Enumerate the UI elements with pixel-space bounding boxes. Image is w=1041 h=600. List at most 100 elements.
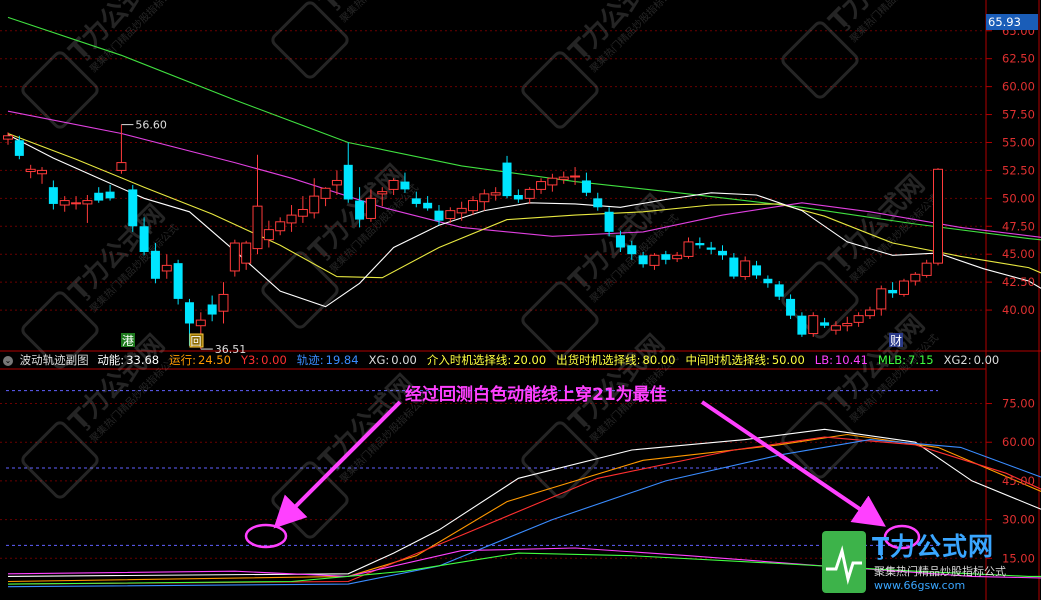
candle-body bbox=[661, 254, 671, 260]
candlestick bbox=[898, 278, 909, 297]
indicator-item-label: 运行: bbox=[169, 353, 196, 367]
indicator-item: XG: 0.00 bbox=[369, 353, 422, 367]
candle-body bbox=[830, 325, 841, 331]
candle-body bbox=[173, 263, 183, 299]
candle-body bbox=[14, 140, 24, 156]
indicator-item-value: 0.00 bbox=[973, 353, 1000, 367]
indicator-item-value: 0.00 bbox=[261, 353, 287, 367]
candle-body bbox=[400, 181, 410, 190]
candle-body bbox=[502, 162, 512, 197]
candlestick bbox=[173, 259, 183, 305]
candle-body bbox=[820, 322, 830, 326]
candlestick bbox=[128, 184, 138, 232]
candle-body bbox=[740, 260, 751, 278]
indicator-item: 运行: 24.50 bbox=[169, 353, 236, 367]
indicator-header: ⌄ 波动轨迹副图 动能: 33.68 运行: 24.50 Y3: 0.00 轨迹: 19.84… bbox=[0, 352, 999, 368]
candle-body bbox=[547, 177, 558, 186]
marker-text: 回 bbox=[191, 335, 202, 348]
candle-body bbox=[365, 197, 376, 219]
candle-body bbox=[627, 245, 637, 255]
candle-body bbox=[275, 221, 286, 232]
candle-body bbox=[94, 192, 104, 201]
candle-body bbox=[59, 200, 70, 206]
candle-body bbox=[355, 200, 365, 220]
candle-body bbox=[71, 202, 82, 205]
indicator-item: Y3: 0.00 bbox=[241, 353, 292, 367]
price-tick-label: 57.50 bbox=[1002, 108, 1035, 122]
candle-body bbox=[615, 235, 625, 248]
indicator-item: LB: 10.41 bbox=[815, 353, 873, 367]
marker-text: 港 bbox=[122, 334, 134, 348]
candle-body bbox=[139, 226, 149, 252]
indicator-item: MLB: 7.15 bbox=[878, 353, 939, 367]
candle-body bbox=[241, 242, 252, 264]
annotation-text: 经过回测白色动能线上穿21为最佳 bbox=[405, 385, 667, 405]
logo-brand: Ţ力公式网 bbox=[872, 532, 995, 561]
candle-body bbox=[536, 181, 547, 190]
indicator-item-label: XG: bbox=[368, 353, 390, 367]
indicator-item-label: 出货时机选择线: bbox=[556, 353, 641, 367]
candlestick bbox=[229, 239, 240, 277]
logo-url: www.66gsw.com bbox=[874, 579, 966, 592]
candle-body bbox=[888, 289, 898, 294]
candle-body bbox=[921, 262, 932, 276]
candle-body bbox=[37, 169, 48, 175]
indicator-tick-label: 75.00 bbox=[1002, 397, 1035, 411]
indicator-item: 介入时机选择线: 20.00 bbox=[427, 353, 551, 367]
candle-body bbox=[411, 198, 421, 204]
indicator-title[interactable]: 波动轨迹副图 bbox=[20, 353, 89, 367]
candle-body bbox=[229, 242, 240, 272]
indicator-tick-label: 60.00 bbox=[1002, 435, 1035, 449]
candle-body bbox=[128, 189, 138, 227]
candle-body bbox=[48, 187, 58, 204]
marker-cai: 财 bbox=[889, 333, 903, 348]
candle-body bbox=[150, 250, 160, 279]
candle-body bbox=[898, 280, 909, 295]
price-tick-label: 42.50 bbox=[1002, 275, 1035, 289]
candle-body bbox=[207, 304, 217, 315]
candle-body bbox=[331, 179, 342, 186]
candle-body bbox=[933, 168, 943, 264]
stock-chart-canvas[interactable]: Ţ力公式网聚集热门精品炒股指标公式Ţ力公式网聚集热门精品炒股指标公式Ţ力公式网聚… bbox=[0, 0, 1041, 600]
candle-body bbox=[910, 273, 921, 282]
candle-body bbox=[456, 207, 467, 214]
price-tick-label: 50.00 bbox=[1002, 191, 1035, 205]
candle-body bbox=[161, 264, 172, 272]
candle-body bbox=[774, 284, 784, 297]
candle-body bbox=[581, 180, 591, 193]
candle-body bbox=[729, 257, 739, 277]
candlestick bbox=[808, 312, 819, 337]
candle-body bbox=[490, 192, 501, 196]
high-label: 56.60 bbox=[135, 119, 167, 132]
indicator-item-value: 33.68 bbox=[126, 353, 160, 367]
candle-body bbox=[25, 168, 36, 173]
candle-body bbox=[706, 247, 716, 250]
current-price-tag: 65.93 bbox=[986, 14, 1038, 30]
logo-slogan: 聚集热门精品炒股指标公式 bbox=[874, 565, 1006, 578]
indicator-values: 动能: 33.68 运行: 24.50 Y3: 0.00 轨迹: 19.84 XG: 0.00 介入… bbox=[97, 353, 1009, 367]
indicator-item-label: MLB: bbox=[877, 353, 906, 367]
logo-icon bbox=[822, 531, 866, 593]
candle-body bbox=[864, 309, 875, 317]
candle-body bbox=[604, 211, 614, 232]
candlestick bbox=[797, 312, 807, 337]
candle-body bbox=[388, 179, 399, 190]
price-tick-label: 62.50 bbox=[1002, 52, 1035, 66]
candle-body bbox=[3, 135, 13, 140]
price-tick-label: 47.50 bbox=[1002, 219, 1035, 233]
watermark-logo: Ţ力公式网 聚集热门精品炒股指标公式 www.66gsw.com bbox=[822, 527, 1038, 597]
candle-body bbox=[672, 254, 683, 260]
indicator-item: 中间时机选择线: 50.00 bbox=[685, 353, 809, 367]
candle-body bbox=[479, 193, 490, 203]
indicator-item-value: 80.00 bbox=[642, 353, 676, 367]
candle-body bbox=[434, 210, 444, 221]
candle-body bbox=[876, 288, 887, 310]
candle-body bbox=[286, 214, 297, 224]
candle-body bbox=[524, 188, 535, 199]
marker-gang: 港 bbox=[121, 333, 135, 348]
candle-body bbox=[263, 229, 274, 241]
collapse-icon[interactable]: ⌄ bbox=[3, 355, 13, 366]
indicator-item-value: 10.41 bbox=[834, 353, 868, 367]
indicator-item: 出货时机选择线: 80.00 bbox=[556, 353, 680, 367]
indicator-item-label: 轨迹: bbox=[296, 353, 324, 367]
